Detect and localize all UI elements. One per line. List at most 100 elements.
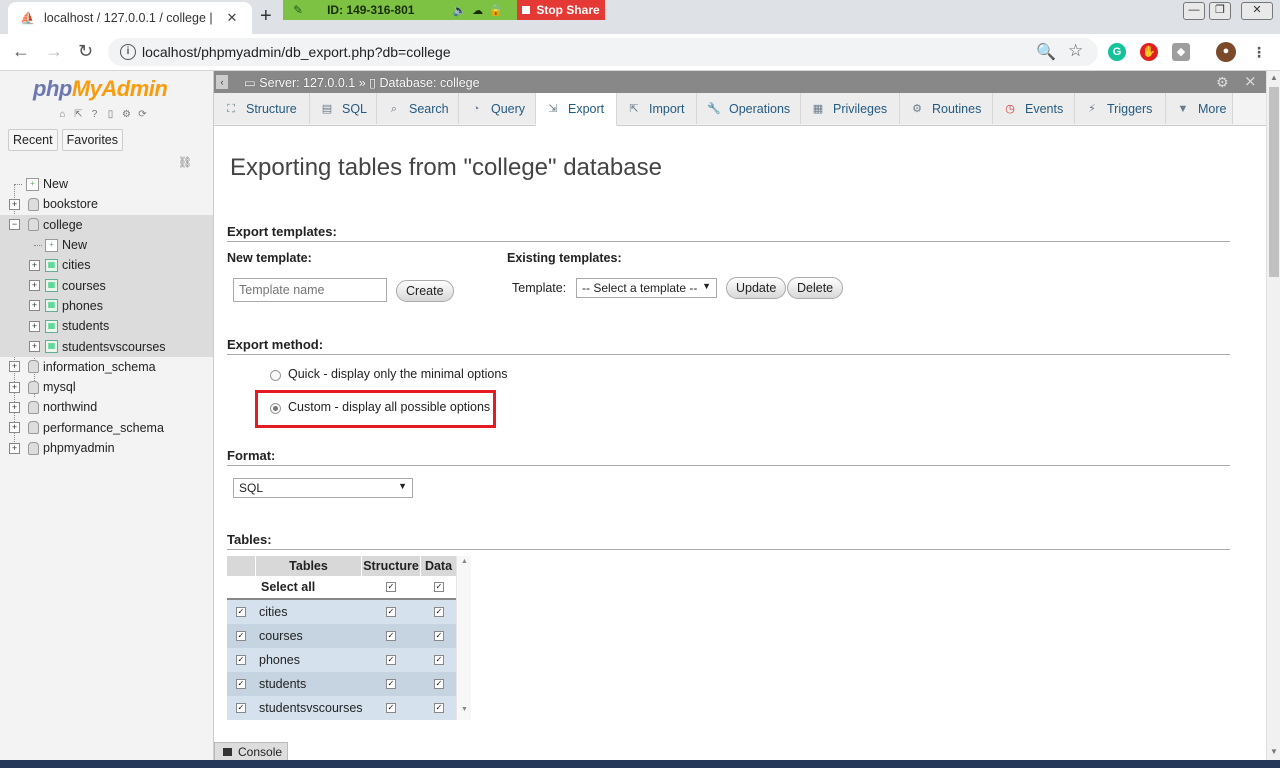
- data-checkbox[interactable]: ✓: [434, 703, 444, 713]
- stop-share-button[interactable]: Stop Share: [517, 0, 605, 20]
- tree-item-courses[interactable]: + ▦ courses: [0, 275, 213, 296]
- logout-icon[interactable]: ⇱: [72, 109, 85, 121]
- structure-checkbox[interactable]: ✓: [386, 607, 396, 617]
- select-all-data-checkbox[interactable]: ✓: [434, 582, 444, 592]
- quick-method-label[interactable]: Quick - display only the minimal options: [288, 367, 508, 381]
- update-template-button[interactable]: Update: [726, 277, 787, 299]
- breadcrumb-database[interactable]: Database: college: [380, 76, 480, 90]
- tree-item-phpmyadmin[interactable]: + phpmyadmin: [0, 438, 213, 458]
- breadcrumb-server[interactable]: Server: 127.0.0.1: [259, 76, 355, 90]
- row-select-checkbox[interactable]: ✓: [236, 655, 246, 665]
- new-tab-button[interactable]: +: [260, 6, 272, 26]
- expand-plus-icon[interactable]: +: [29, 280, 40, 292]
- expand-plus-icon[interactable]: +: [9, 422, 20, 434]
- tree-item-performance-schema[interactable]: + performance_schema: [0, 418, 213, 438]
- tab-operations[interactable]: 🔧 Operations: [697, 93, 801, 124]
- adblock-extension-icon[interactable]: ✋: [1140, 43, 1158, 61]
- tab-query[interactable]: ◔ Query: [459, 93, 536, 124]
- reload-nav-icon[interactable]: ⟳: [136, 109, 149, 121]
- address-bar[interactable]: i localhost/phpmyadmin/db_export.php?db=…: [108, 38, 1098, 66]
- tree-item-new[interactable]: + New: [0, 174, 213, 194]
- reload-icon[interactable]: ↻: [78, 42, 93, 60]
- create-template-button[interactable]: Create: [396, 280, 454, 302]
- back-arrow-icon[interactable]: ←: [12, 42, 30, 60]
- structure-checkbox[interactable]: ✓: [386, 631, 396, 641]
- tree-item-phones[interactable]: + ▦ phones: [0, 295, 213, 317]
- data-checkbox[interactable]: ✓: [434, 655, 444, 665]
- collapse-nav-icon[interactable]: ‹: [216, 75, 228, 89]
- scrollbar-thumb[interactable]: [1269, 87, 1279, 277]
- scroll-up-icon[interactable]: ▲: [1270, 73, 1278, 82]
- select-all-structure-checkbox[interactable]: ✓: [386, 582, 396, 592]
- restore-window-button[interactable]: ❐: [1209, 2, 1231, 20]
- phpmyadmin-logo[interactable]: phpMyAdmin: [33, 76, 168, 102]
- data-checkbox[interactable]: ✓: [434, 607, 444, 617]
- close-tab-icon[interactable]: ✕: [224, 10, 240, 26]
- data-checkbox[interactable]: ✓: [434, 679, 444, 689]
- help-icon[interactable]: ?: [88, 109, 101, 121]
- expand-plus-icon[interactable]: +: [9, 361, 20, 373]
- row-select-checkbox[interactable]: ✓: [236, 631, 246, 641]
- site-info-icon[interactable]: i: [120, 44, 136, 60]
- expand-plus-icon[interactable]: +: [9, 401, 20, 413]
- bookmark-star-icon[interactable]: ☆: [1068, 41, 1083, 61]
- scroll-up-icon[interactable]: ▲: [461, 558, 468, 565]
- expand-plus-icon[interactable]: +: [9, 381, 20, 393]
- tab-triggers[interactable]: ⚡ Triggers: [1075, 93, 1166, 124]
- data-checkbox[interactable]: ✓: [434, 631, 444, 641]
- close-breadcrumb-icon[interactable]: ⨯: [1244, 72, 1257, 90]
- minimize-window-button[interactable]: —: [1183, 2, 1205, 20]
- tree-item-northwind[interactable]: + northwind: [0, 397, 213, 417]
- url-text[interactable]: localhost/phpmyadmin/db_export.php?db=co…: [142, 44, 451, 60]
- recent-button[interactable]: Recent: [8, 129, 58, 151]
- tree-item-students[interactable]: + ▦ students: [0, 316, 213, 337]
- tree-item-information-schema[interactable]: + information_schema: [0, 357, 213, 377]
- favorites-button[interactable]: Favorites: [61, 129, 124, 151]
- lock-icon[interactable]: 🔒: [489, 4, 503, 17]
- tree-item-studentsvscourses[interactable]: + ▦ studentsvscourses: [0, 336, 213, 357]
- tab-sql[interactable]: ▤ SQL: [310, 93, 377, 124]
- template-name-input[interactable]: [233, 278, 387, 302]
- scroll-down-icon[interactable]: ▼: [461, 706, 468, 713]
- expand-plus-icon[interactable]: +: [9, 198, 20, 210]
- profile-avatar[interactable]: ●: [1216, 42, 1236, 62]
- home-icon[interactable]: ⌂: [56, 109, 69, 121]
- browser-tab[interactable]: ⛵ localhost / 127.0.0.1 / college | pl ✕: [8, 2, 252, 34]
- quick-method-radio[interactable]: [270, 370, 281, 381]
- speaker-icon[interactable]: 🔈: [452, 4, 466, 17]
- tree-item-cities[interactable]: + ▦ cities: [0, 255, 213, 276]
- tree-item-bookstore[interactable]: + bookstore: [0, 194, 213, 214]
- tab-export[interactable]: ⇲ Export: [536, 93, 617, 126]
- delete-template-button[interactable]: Delete: [787, 277, 844, 299]
- template-select[interactable]: -- Select a template -- ▼: [576, 278, 717, 298]
- tab-more[interactable]: ▼ More: [1166, 93, 1233, 124]
- tables-list-scrollbar[interactable]: ▲ ▼: [456, 556, 471, 720]
- structure-checkbox[interactable]: ✓: [386, 679, 396, 689]
- grammarly-extension-icon[interactable]: G: [1108, 43, 1126, 61]
- tree-item-mysql[interactable]: + mysql: [0, 377, 213, 397]
- tree-item-college-new[interactable]: + New: [0, 234, 213, 256]
- console-toggle[interactable]: Console: [214, 742, 288, 762]
- link-with-main-icon[interactable]: ⛓: [178, 156, 192, 169]
- tab-search[interactable]: ⌕ Search: [377, 93, 459, 124]
- menu-kebab-icon[interactable]: ⋮: [1250, 43, 1268, 61]
- forward-arrow-icon[interactable]: →: [45, 42, 63, 60]
- tab-privileges[interactable]: ▦ Privileges: [801, 93, 900, 124]
- expand-plus-icon[interactable]: +: [29, 320, 40, 332]
- page-settings-gear-icon[interactable]: ⚙: [1216, 74, 1229, 91]
- expand-plus-icon[interactable]: +: [9, 442, 20, 454]
- cloud-icon[interactable]: ☁: [472, 4, 483, 17]
- expand-plus-icon[interactable]: +: [29, 259, 40, 271]
- settings-gear-icon[interactable]: ⚙: [120, 109, 133, 121]
- zoom-icon[interactable]: 🔍: [1036, 42, 1056, 62]
- structure-checkbox[interactable]: ✓: [386, 703, 396, 713]
- tab-structure[interactable]: ⛶ Structure: [214, 93, 310, 124]
- shield-extension-icon[interactable]: ◆: [1172, 43, 1190, 61]
- scroll-down-icon[interactable]: ▼: [1270, 747, 1278, 756]
- tab-import[interactable]: ⇱ Import: [617, 93, 697, 124]
- expand-plus-icon[interactable]: +: [29, 300, 40, 312]
- page-scrollbar[interactable]: ▲ ▼: [1266, 71, 1280, 760]
- close-window-button[interactable]: ✕: [1241, 2, 1273, 20]
- tab-events[interactable]: ◷ Events: [993, 93, 1075, 124]
- docs-icon[interactable]: ▯: [104, 109, 117, 121]
